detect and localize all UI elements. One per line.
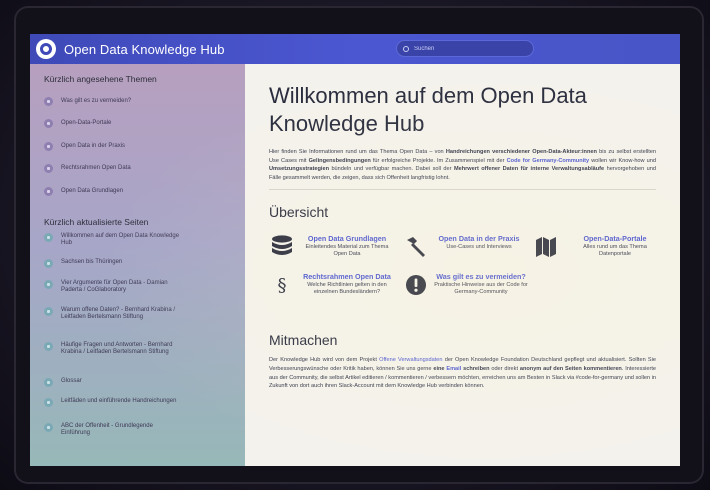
sidebar-item-recent[interactable]: Rechtsrahmen Open Data bbox=[44, 158, 245, 181]
card-description: Alles rund um das Thema Datenportale bbox=[583, 244, 647, 258]
overview-heading: Übersicht bbox=[269, 204, 329, 221]
card-description: Use-Cases und Interviews bbox=[446, 244, 512, 251]
sidebar-item-updated[interactable]: Warum offene Daten? - Bernhard Krabina /… bbox=[44, 306, 245, 342]
sidebar-item-updated[interactable]: Leitfäden und einführende Handreichungen bbox=[44, 397, 245, 423]
sidebar-item-updated[interactable]: Sachsen bis Thüringen bbox=[44, 258, 245, 280]
card-description: Einleitendes Material zum Thema Open Dat… bbox=[305, 244, 389, 258]
intro-paragraph: Hier finden Sie Informationen rund um da… bbox=[269, 148, 656, 182]
sidebar-item-label: Rechtsrahmen Open Data bbox=[61, 165, 131, 171]
sidebar-item-updated[interactable]: ABC der Offenheit - Grundlegende Einführ… bbox=[44, 422, 245, 443]
intro-bold: Gelingensbedingungen bbox=[308, 157, 371, 164]
sidebar-item-label: Open-Data-Portale bbox=[61, 120, 112, 126]
sidebar-item-label: Glossar bbox=[61, 377, 82, 384]
card-title[interactable]: Open Data Grundlagen bbox=[299, 234, 395, 244]
card-open-data-portale[interactable]: Open-Data-Portale Alles rund um das Them… bbox=[533, 234, 663, 260]
intro-bold: Umsetzungsstrategien bbox=[269, 166, 329, 173]
card-rechtsrahmen[interactable]: § Rechtsrahmen Open Data Welche Richtlin… bbox=[269, 272, 395, 298]
warning-icon bbox=[403, 272, 429, 298]
recent-topics-heading: Kürzlich angesehene Themen bbox=[44, 74, 157, 84]
sidebar-item-recent[interactable]: Open Data Grundlagen bbox=[44, 180, 245, 203]
logo-icon[interactable] bbox=[36, 39, 56, 59]
mitmachen-text: Der Knowledge Hub wird von dem Projekt bbox=[269, 357, 380, 364]
intro-bold: Handreichungen verschiedener Open-Data-A… bbox=[445, 149, 597, 155]
sidebar: Kürzlich angesehene Themen Was gilt es z… bbox=[30, 64, 245, 466]
app-title[interactable]: Open Data Knowledge Hub bbox=[64, 42, 225, 57]
sidebar-item-label: Open Data Grundlagen bbox=[61, 187, 124, 194]
search-icon bbox=[403, 45, 409, 52]
sidebar-item-label: Vier Argumente für Open Data - Damian Pa… bbox=[61, 279, 168, 294]
page-icon bbox=[44, 397, 53, 407]
sidebar-item-label: Was gilt es zu vermeiden? bbox=[61, 97, 132, 104]
search-box[interactable] bbox=[396, 40, 534, 57]
card-open-data-grundlagen[interactable]: Open Data Grundlagen Einleitendes Materi… bbox=[269, 234, 395, 260]
offene-verwaltungsdaten-link[interactable]: Offene Verwaltungsdaten bbox=[379, 357, 442, 363]
screen: Open Data Knowledge Hub Kürzlich angeseh… bbox=[30, 34, 680, 466]
card-vermeiden[interactable]: Was gilt es zu vermeiden? Praktische Hin… bbox=[403, 272, 529, 298]
sidebar-item-label: Willkommen auf dem Open Data Knowledge H… bbox=[61, 232, 180, 247]
sidebar-item-recent[interactable]: Open Data in der Praxis bbox=[44, 135, 245, 158]
database-icon bbox=[269, 234, 295, 260]
hammer-icon bbox=[403, 234, 429, 260]
sidebar-item-label: Leitfäden und einführende Handreichungen bbox=[61, 397, 177, 404]
mitmachen-bold: anonym auf den Seiten kommentieren bbox=[519, 365, 622, 372]
mitmachen-bold: eine bbox=[433, 365, 445, 372]
card-title[interactable]: Open Data in der Praxis bbox=[431, 234, 527, 244]
page-icon bbox=[44, 306, 53, 316]
sidebar-item-label: Häufige Fragen und Antworten - Bernhard … bbox=[61, 341, 173, 356]
top-bar: Open Data Knowledge Hub bbox=[30, 34, 680, 64]
sidebar-item-updated[interactable]: Vier Argumente für Open Data - Damian Pa… bbox=[44, 279, 245, 307]
card-description: Welche Richtlinien gelten in den einzeln… bbox=[307, 282, 387, 296]
page-title: Willkommen auf dem Open Data Knowledge H… bbox=[269, 83, 587, 136]
card-open-data-praxis[interactable]: Open Data in der Praxis Use-Cases und In… bbox=[403, 234, 527, 260]
intro-text: für erfolgreiche Projekte. Im Zusammensp… bbox=[370, 157, 507, 164]
page-icon bbox=[44, 258, 53, 268]
sidebar-item-recent[interactable]: Open-Data-Portale bbox=[44, 113, 245, 136]
search-input[interactable] bbox=[414, 45, 524, 52]
sidebar-item-label: Open Data in der Praxis bbox=[61, 142, 126, 149]
divider bbox=[269, 189, 656, 191]
page-icon bbox=[44, 164, 53, 174]
page-icon bbox=[44, 141, 53, 151]
mitmachen-bold: schreiben bbox=[463, 365, 490, 372]
map-icon bbox=[533, 234, 559, 260]
card-title[interactable]: Rechtsrahmen Open Data bbox=[299, 272, 395, 282]
recent-topics-list: Was gilt es zu vermeiden? Open-Data-Port… bbox=[44, 90, 245, 203]
card-description: Praktische Hinweise aus der Code for Ger… bbox=[434, 282, 528, 296]
updated-pages-list: Willkommen auf dem Open Data Knowledge H… bbox=[44, 232, 245, 443]
sidebar-item-updated[interactable]: Willkommen auf dem Open Data Knowledge H… bbox=[44, 232, 245, 259]
mitmachen-text: oder direkt bbox=[489, 365, 520, 372]
intro-text: wollen wir Know-how und bbox=[589, 157, 657, 164]
page-icon bbox=[44, 232, 53, 242]
updated-pages-heading: Kürzlich aktualisierte Seiten bbox=[44, 216, 149, 227]
code-for-germany-link[interactable]: Code for Germany-Community bbox=[507, 158, 590, 164]
page-icon bbox=[44, 119, 53, 129]
mitmachen-heading: Mitmachen bbox=[269, 332, 338, 349]
intro-text: bündeln und verfügbar machen. Dabei soll… bbox=[329, 166, 454, 173]
page-icon bbox=[44, 377, 53, 387]
card-title[interactable]: Was gilt es zu vermeiden? bbox=[433, 272, 529, 282]
sidebar-item-recent[interactable]: Was gilt es zu vermeiden? bbox=[44, 90, 245, 113]
page-icon bbox=[44, 96, 53, 106]
email-link[interactable]: Email bbox=[446, 366, 461, 372]
card-title[interactable]: Open-Data-Portale bbox=[567, 234, 663, 244]
page-icon bbox=[44, 341, 53, 351]
mitmachen-paragraph: Der Knowledge Hub wird von dem Projekt O… bbox=[269, 356, 656, 390]
paragraph-icon: § bbox=[277, 274, 287, 296]
intro-bold: Mehrwert offener Daten für interne Verwa… bbox=[453, 166, 605, 173]
sidebar-item-label: Warum offene Daten? - Bernhard Krabina /… bbox=[61, 306, 176, 321]
sidebar-item-label: ABC der Offenheit - Grundlegende Einführ… bbox=[61, 422, 153, 437]
sidebar-item-label: Sachsen bis Thüringen bbox=[61, 258, 123, 265]
overview-grid: Open Data Grundlagen Einleitendes Materi… bbox=[269, 228, 656, 324]
sidebar-item-updated[interactable]: Häufige Fragen und Antworten - Bernhard … bbox=[44, 341, 245, 378]
page-icon bbox=[44, 279, 53, 289]
sidebar-item-updated[interactable]: Glossar bbox=[44, 377, 245, 398]
page-icon bbox=[44, 422, 53, 432]
page-icon bbox=[44, 186, 53, 196]
intro-text: Hier finden Sie Informationen rund um da… bbox=[269, 149, 446, 155]
main-content: Willkommen auf dem Open Data Knowledge H… bbox=[245, 64, 680, 466]
